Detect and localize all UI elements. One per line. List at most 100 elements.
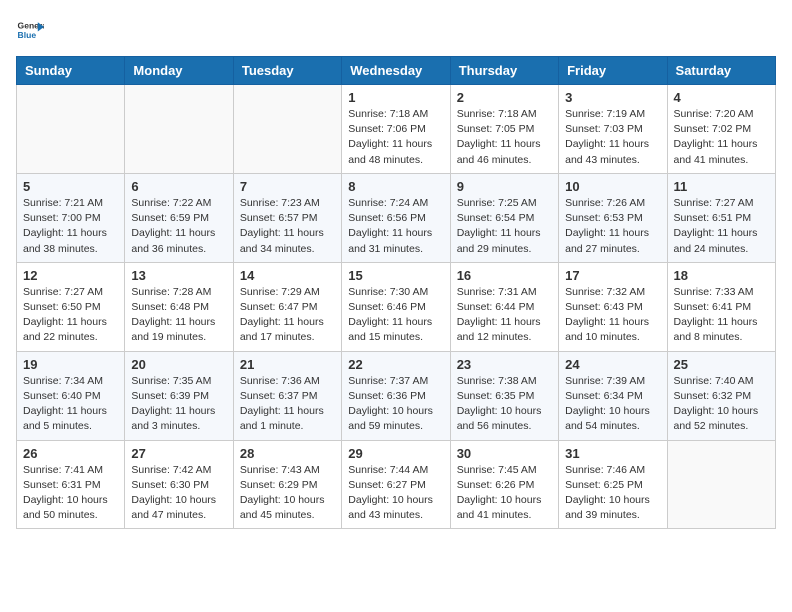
cell-text: Sunset: 6:59 PM xyxy=(131,211,226,226)
weekday-header-friday: Friday xyxy=(559,57,667,85)
cell-text: Sunrise: 7:25 AM xyxy=(457,196,552,211)
calendar-cell xyxy=(233,85,341,174)
cell-text: Sunset: 6:40 PM xyxy=(23,389,118,404)
day-number: 10 xyxy=(565,179,660,194)
calendar-cell: 7Sunrise: 7:23 AMSunset: 6:57 PMDaylight… xyxy=(233,173,341,262)
cell-text: Sunset: 6:41 PM xyxy=(674,300,769,315)
cell-text: Sunrise: 7:18 AM xyxy=(457,107,552,122)
cell-text: Sunrise: 7:29 AM xyxy=(240,285,335,300)
day-number: 15 xyxy=(348,268,443,283)
cell-text: Sunset: 6:32 PM xyxy=(674,389,769,404)
day-number: 2 xyxy=(457,90,552,105)
calendar-cell: 21Sunrise: 7:36 AMSunset: 6:37 PMDayligh… xyxy=(233,351,341,440)
cell-text: Daylight: 11 hours xyxy=(565,137,660,152)
calendar-cell: 17Sunrise: 7:32 AMSunset: 6:43 PMDayligh… xyxy=(559,262,667,351)
cell-text: and 46 minutes. xyxy=(457,153,552,168)
cell-text: Sunset: 6:29 PM xyxy=(240,478,335,493)
cell-text: and 36 minutes. xyxy=(131,242,226,257)
cell-text: and 54 minutes. xyxy=(565,419,660,434)
weekday-header-wednesday: Wednesday xyxy=(342,57,450,85)
cell-text: Daylight: 10 hours xyxy=(348,493,443,508)
day-number: 7 xyxy=(240,179,335,194)
calendar-week-row: 1Sunrise: 7:18 AMSunset: 7:06 PMDaylight… xyxy=(17,85,776,174)
cell-text: Sunset: 7:02 PM xyxy=(674,122,769,137)
calendar-cell: 20Sunrise: 7:35 AMSunset: 6:39 PMDayligh… xyxy=(125,351,233,440)
cell-text: and 22 minutes. xyxy=(23,330,118,345)
cell-text: and 52 minutes. xyxy=(674,419,769,434)
cell-text: Sunset: 6:47 PM xyxy=(240,300,335,315)
cell-text: and 59 minutes. xyxy=(348,419,443,434)
calendar-cell: 23Sunrise: 7:38 AMSunset: 6:35 PMDayligh… xyxy=(450,351,558,440)
cell-text: Daylight: 11 hours xyxy=(457,226,552,241)
day-number: 22 xyxy=(348,357,443,372)
cell-text: Sunset: 6:39 PM xyxy=(131,389,226,404)
day-number: 8 xyxy=(348,179,443,194)
cell-text: and 38 minutes. xyxy=(23,242,118,257)
calendar-cell: 4Sunrise: 7:20 AMSunset: 7:02 PMDaylight… xyxy=(667,85,775,174)
calendar-cell: 12Sunrise: 7:27 AMSunset: 6:50 PMDayligh… xyxy=(17,262,125,351)
cell-text: and 48 minutes. xyxy=(348,153,443,168)
cell-text: Daylight: 11 hours xyxy=(131,315,226,330)
weekday-header-sunday: Sunday xyxy=(17,57,125,85)
day-number: 14 xyxy=(240,268,335,283)
day-number: 1 xyxy=(348,90,443,105)
calendar-week-row: 5Sunrise: 7:21 AMSunset: 7:00 PMDaylight… xyxy=(17,173,776,262)
cell-text: Daylight: 11 hours xyxy=(674,226,769,241)
cell-text: Daylight: 11 hours xyxy=(674,137,769,152)
cell-text: Sunrise: 7:39 AM xyxy=(565,374,660,389)
day-number: 26 xyxy=(23,446,118,461)
day-number: 13 xyxy=(131,268,226,283)
cell-text: and 19 minutes. xyxy=(131,330,226,345)
day-number: 20 xyxy=(131,357,226,372)
calendar-cell: 30Sunrise: 7:45 AMSunset: 6:26 PMDayligh… xyxy=(450,440,558,529)
cell-text: Daylight: 10 hours xyxy=(240,493,335,508)
cell-text: and 43 minutes. xyxy=(565,153,660,168)
day-number: 24 xyxy=(565,357,660,372)
calendar-cell: 11Sunrise: 7:27 AMSunset: 6:51 PMDayligh… xyxy=(667,173,775,262)
calendar-cell: 29Sunrise: 7:44 AMSunset: 6:27 PMDayligh… xyxy=(342,440,450,529)
cell-text: Sunrise: 7:34 AM xyxy=(23,374,118,389)
cell-text: Sunset: 7:00 PM xyxy=(23,211,118,226)
day-number: 25 xyxy=(674,357,769,372)
cell-text: Sunset: 6:34 PM xyxy=(565,389,660,404)
calendar-body: 1Sunrise: 7:18 AMSunset: 7:06 PMDaylight… xyxy=(17,85,776,529)
cell-text: and 47 minutes. xyxy=(131,508,226,523)
cell-text: Sunrise: 7:26 AM xyxy=(565,196,660,211)
cell-text: Sunset: 6:30 PM xyxy=(131,478,226,493)
calendar-cell: 3Sunrise: 7:19 AMSunset: 7:03 PMDaylight… xyxy=(559,85,667,174)
day-number: 12 xyxy=(23,268,118,283)
cell-text: Sunset: 6:50 PM xyxy=(23,300,118,315)
cell-text: Daylight: 11 hours xyxy=(457,315,552,330)
cell-text: Daylight: 11 hours xyxy=(348,137,443,152)
cell-text: and 17 minutes. xyxy=(240,330,335,345)
cell-text: Sunrise: 7:23 AM xyxy=(240,196,335,211)
cell-text: and 45 minutes. xyxy=(240,508,335,523)
cell-text: and 27 minutes. xyxy=(565,242,660,257)
cell-text: Sunrise: 7:36 AM xyxy=(240,374,335,389)
day-number: 4 xyxy=(674,90,769,105)
calendar-cell: 16Sunrise: 7:31 AMSunset: 6:44 PMDayligh… xyxy=(450,262,558,351)
calendar-cell: 15Sunrise: 7:30 AMSunset: 6:46 PMDayligh… xyxy=(342,262,450,351)
cell-text: Sunset: 6:51 PM xyxy=(674,211,769,226)
cell-text: Daylight: 10 hours xyxy=(131,493,226,508)
calendar-cell: 1Sunrise: 7:18 AMSunset: 7:06 PMDaylight… xyxy=(342,85,450,174)
cell-text: Daylight: 11 hours xyxy=(348,315,443,330)
calendar-week-row: 19Sunrise: 7:34 AMSunset: 6:40 PMDayligh… xyxy=(17,351,776,440)
cell-text: Daylight: 10 hours xyxy=(457,404,552,419)
cell-text: and 41 minutes. xyxy=(457,508,552,523)
cell-text: Sunset: 7:06 PM xyxy=(348,122,443,137)
cell-text: Daylight: 10 hours xyxy=(348,404,443,419)
calendar-cell: 2Sunrise: 7:18 AMSunset: 7:05 PMDaylight… xyxy=(450,85,558,174)
cell-text: Sunset: 7:03 PM xyxy=(565,122,660,137)
cell-text: Daylight: 10 hours xyxy=(565,404,660,419)
cell-text: Sunset: 6:43 PM xyxy=(565,300,660,315)
day-number: 23 xyxy=(457,357,552,372)
weekday-header-monday: Monday xyxy=(125,57,233,85)
cell-text: Daylight: 10 hours xyxy=(565,493,660,508)
cell-text: Daylight: 11 hours xyxy=(23,315,118,330)
cell-text: and 31 minutes. xyxy=(348,242,443,257)
cell-text: and 39 minutes. xyxy=(565,508,660,523)
cell-text: Sunrise: 7:28 AM xyxy=(131,285,226,300)
day-number: 29 xyxy=(348,446,443,461)
cell-text: Sunrise: 7:46 AM xyxy=(565,463,660,478)
